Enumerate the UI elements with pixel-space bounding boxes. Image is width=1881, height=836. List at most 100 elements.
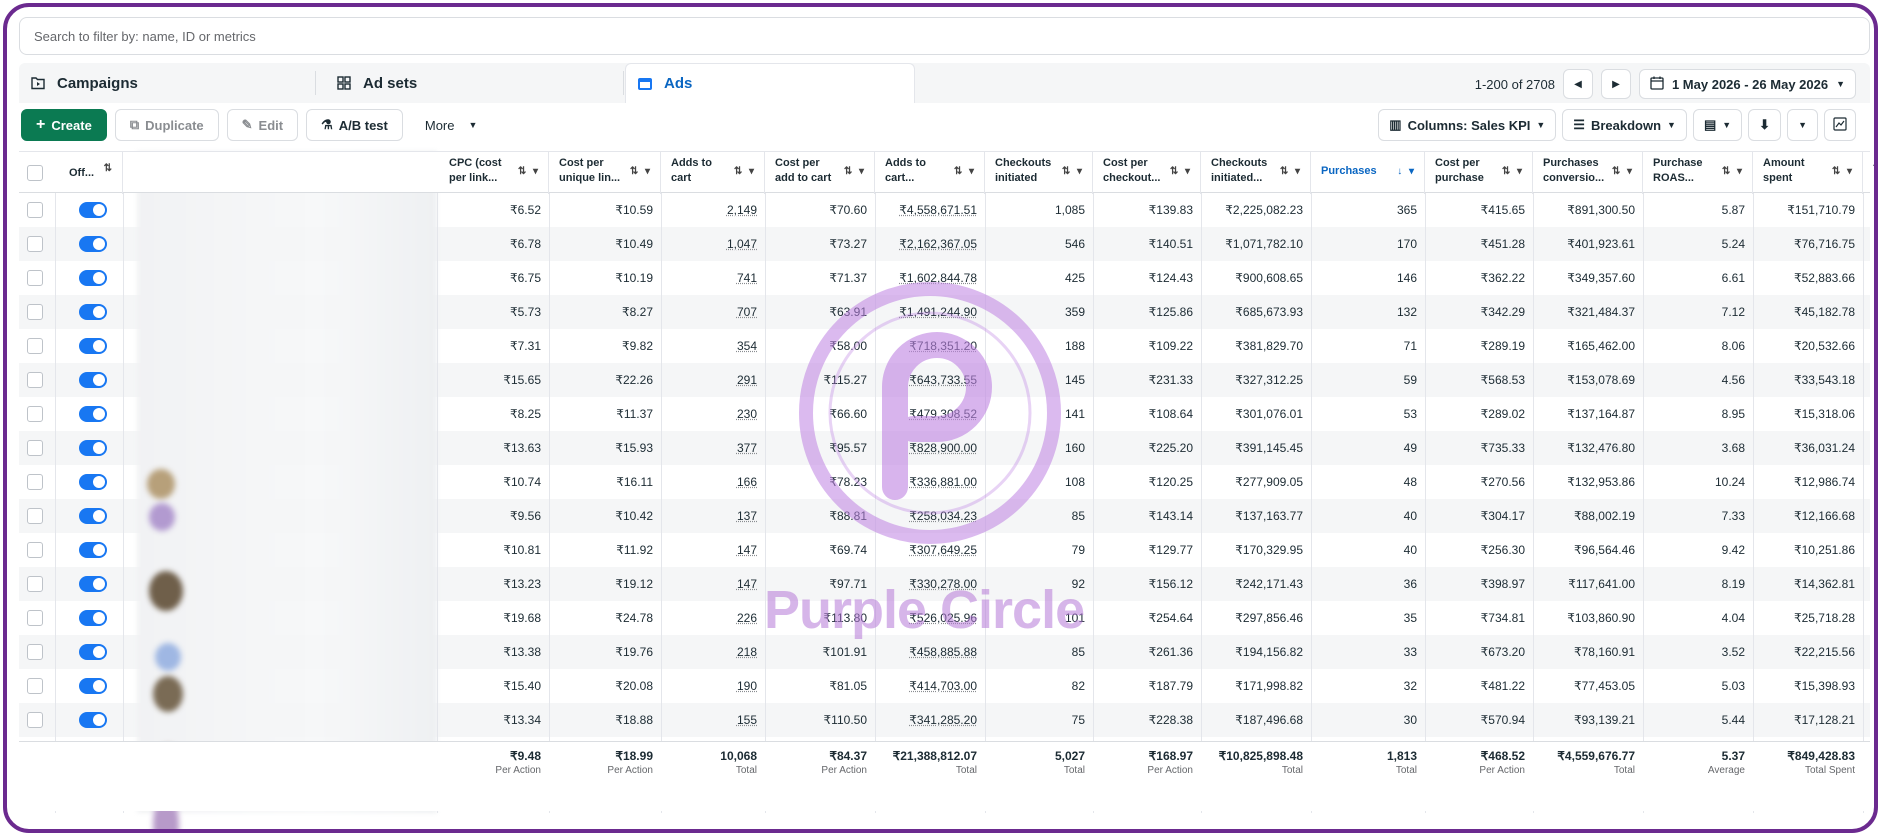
row-checkbox[interactable] [27, 576, 43, 592]
column-divider [1311, 193, 1312, 813]
cell-value: ₹187,496.68 [1235, 713, 1303, 727]
select-all-checkbox[interactable] [27, 165, 43, 181]
tab-campaigns[interactable]: Campaigns [19, 63, 315, 103]
prev-page-button[interactable]: ◀ [1562, 69, 1593, 99]
row-checkbox[interactable] [27, 712, 43, 728]
row-checkbox[interactable] [27, 474, 43, 490]
column-header[interactable]: Cost per checkout... ⇅ ▾ [1093, 152, 1201, 194]
create-button[interactable]: + Create [21, 109, 107, 141]
date-range-picker[interactable]: 1 May 2026 - 26 May 2026 ▼ [1638, 69, 1856, 99]
row-checkbox[interactable] [27, 338, 43, 354]
column-header[interactable]: Adds to cart ⇅ ▾ [661, 152, 765, 194]
plus-icon: + [36, 116, 46, 133]
column-header[interactable]: Purchase ROAS... ⇅ ▾ [1643, 152, 1753, 194]
column-header[interactable]: Cost per add to cart ⇅ ▾ [765, 152, 875, 194]
column-header[interactable]: AC [1863, 152, 1874, 194]
edit-button[interactable]: ✎ Edit [226, 109, 299, 141]
next-page-button[interactable]: ▶ [1600, 69, 1631, 99]
cell-value: 166 [736, 475, 757, 489]
cell-value: 36 [1403, 577, 1417, 591]
cell-value: ₹526,025.96 [909, 611, 977, 625]
column-header[interactable]: Checkouts initiated ⇅ ▾ [985, 152, 1093, 194]
ad-on-off-toggle[interactable] [79, 440, 107, 456]
ad-on-off-toggle[interactable] [79, 474, 107, 490]
ad-on-off-toggle[interactable] [79, 270, 107, 286]
table-cell: ₹19.12 [549, 567, 661, 601]
cell-value: 40 [1403, 543, 1417, 557]
table-cell: 82 [985, 669, 1093, 703]
chevron-down-icon: ▼ [1798, 120, 1807, 130]
row-checkbox[interactable] [27, 304, 43, 320]
column-divider [1425, 193, 1426, 813]
ad-on-off-toggle[interactable] [79, 406, 107, 422]
row-checkbox[interactable] [27, 270, 43, 286]
cell-value: 85 [1071, 645, 1085, 659]
duplicate-button[interactable]: ⧉ Duplicate [114, 109, 219, 141]
table-cell: ₹10.19 [549, 261, 661, 295]
column-header[interactable]: Checkouts initiated... ⇅ ▾ [1201, 152, 1311, 194]
row-checkbox[interactable] [27, 610, 43, 626]
caret-right-icon: ▶ [1612, 78, 1620, 90]
ab-test-button[interactable]: ⚗ A/B test [306, 109, 403, 141]
row-checkbox[interactable] [27, 678, 43, 694]
ad-on-off-toggle[interactable] [79, 644, 107, 660]
cell-value: ₹71.37 [829, 271, 867, 285]
ad-on-off-toggle[interactable] [79, 372, 107, 388]
breakdown-button[interactable]: ☰ Breakdown ▼ [1562, 109, 1687, 141]
ad-thumbnail [149, 571, 183, 611]
cell-value: 5.24 [1721, 237, 1745, 251]
more-button[interactable]: More ▼ [411, 109, 492, 141]
cell-value: 4.04 [1721, 611, 1745, 625]
ad-on-off-toggle[interactable] [79, 338, 107, 354]
column-header[interactable]: Purchases conversio... ⇅ ▾ [1533, 152, 1643, 194]
table-cell: ₹71.37 [765, 261, 875, 295]
reports-button[interactable]: ▤ ▼ [1692, 109, 1743, 141]
cell-value: ₹24.78 [615, 611, 653, 625]
ad-on-off-toggle[interactable] [79, 678, 107, 694]
table-cell: ₹70.60 [765, 193, 875, 227]
row-checkbox[interactable] [27, 542, 43, 558]
column-header[interactable]: Purchases ↓ ▾ [1311, 152, 1425, 194]
row-checkbox[interactable] [27, 440, 43, 456]
row-checkbox[interactable] [27, 372, 43, 388]
cell-value: ₹11.37 [616, 407, 653, 421]
column-header-off-on[interactable]: Off... ⇅ [55, 152, 123, 194]
table-cell: 92 [985, 567, 1093, 601]
ad-on-off-toggle[interactable] [79, 304, 107, 320]
table-cell: ₹301,076.01 [1201, 397, 1311, 431]
ad-on-off-toggle[interactable] [79, 542, 107, 558]
export-button[interactable]: ⬇ [1748, 109, 1782, 141]
ad-on-off-toggle[interactable] [79, 576, 107, 592]
tab-ads[interactable]: Ads [625, 63, 915, 103]
table-cell: ₹6.75 [439, 261, 549, 295]
ad-on-off-toggle[interactable] [79, 236, 107, 252]
row-checkbox[interactable] [27, 202, 43, 218]
cell-value: ₹398.97 [1480, 577, 1525, 591]
table-cell: ₹24.78 [549, 601, 661, 635]
row-checkbox[interactable] [27, 236, 43, 252]
row-checkbox[interactable] [27, 644, 43, 660]
column-header[interactable]: CPC (cost per link... ⇅ ▾ [439, 152, 549, 194]
ad-on-off-toggle[interactable] [79, 202, 107, 218]
cell-value: ₹321,484.37 [1567, 305, 1635, 319]
search-input[interactable]: Search to filter by: name, ID or metrics [19, 17, 1870, 55]
column-header[interactable]: Adds to cart... ⇅ ▾ [875, 152, 985, 194]
row-checkbox[interactable] [27, 508, 43, 524]
table-cell: ₹88,002.19 [1533, 499, 1643, 533]
columns-button[interactable]: ▥ Columns: Sales KPI ▼ [1378, 109, 1557, 141]
column-header[interactable]: Cost per unique lin... ⇅ ▾ [549, 152, 661, 194]
sort-descending-icon: ↓ ▾ [1397, 166, 1416, 177]
column-header[interactable]: Amount spent ⇅ ▾ [1753, 152, 1863, 194]
table-cell: 40 [1311, 533, 1425, 567]
table-cell: 377 [661, 431, 765, 465]
table-cell: 190 [661, 669, 765, 703]
ad-on-off-toggle[interactable] [79, 610, 107, 626]
column-header[interactable]: Cost per purchase ⇅ ▾ [1425, 152, 1533, 194]
chevron-down-icon: ▼ [468, 120, 478, 130]
ad-on-off-toggle[interactable] [79, 712, 107, 728]
tab-ad-sets[interactable]: Ad sets [325, 63, 615, 103]
ad-on-off-toggle[interactable] [79, 508, 107, 524]
row-checkbox[interactable] [27, 406, 43, 422]
chart-view-button[interactable] [1824, 109, 1856, 141]
export-menu-button[interactable]: ▼ [1787, 109, 1818, 141]
